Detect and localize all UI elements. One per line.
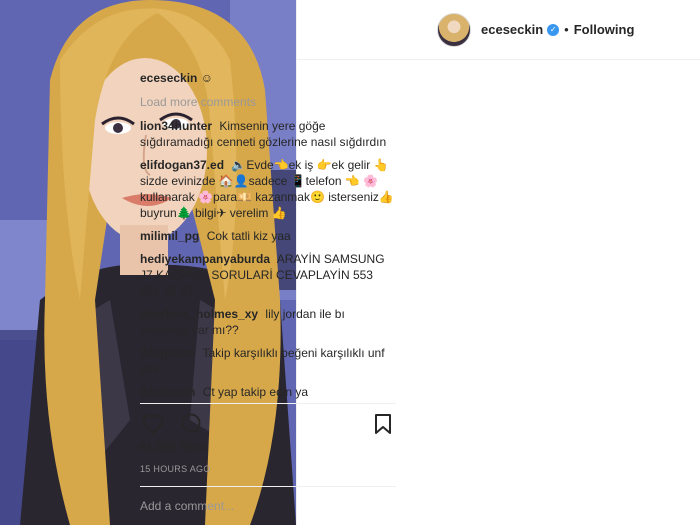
comment-item: 04apocan Ct yap takip edin ya bbox=[140, 384, 396, 400]
comment-text: Ct yap takip edin ya bbox=[202, 385, 309, 399]
caption-username[interactable]: eceseckin bbox=[140, 71, 197, 85]
comment-username[interactable]: lion34hunter bbox=[140, 119, 212, 133]
comment-username[interactable]: elifdogan37.ed bbox=[140, 158, 224, 172]
post-timestamp[interactable]: 15 HOURS AGO bbox=[140, 464, 211, 474]
verified-badge-icon: ✓ bbox=[547, 23, 560, 36]
post-actions-bar bbox=[140, 403, 396, 443]
bookmark-icon[interactable] bbox=[370, 411, 396, 437]
author-username[interactable]: eceseckin bbox=[481, 22, 543, 37]
comment-username[interactable]: hediyekampanyaburda bbox=[140, 252, 270, 266]
comments-list[interactable]: eceseckin ☺ Load more comments lion34hun… bbox=[140, 70, 396, 402]
following-button[interactable]: Following bbox=[574, 22, 635, 37]
caption-text: ☺ bbox=[200, 71, 213, 85]
comment-text: Cok tatli kiz yaa bbox=[206, 229, 291, 243]
comment-item: 04apocan Takip karşılıklı beğeni karşılı… bbox=[140, 345, 396, 377]
likes-count[interactable]: 61,580 likes bbox=[140, 440, 207, 454]
separator-dot: • bbox=[564, 22, 569, 37]
comment-username[interactable]: milimil_pg bbox=[140, 229, 199, 243]
author-avatar[interactable] bbox=[437, 12, 471, 47]
comment-username[interactable]: 04apocan bbox=[140, 346, 195, 360]
comment-item: milimil_pg Cok tatli kiz yaa bbox=[140, 228, 396, 244]
comment-username[interactable]: sherlock_holmes_xy bbox=[140, 307, 258, 321]
comment-item: lion34hunter Kimsenin yere göğe sığdıram… bbox=[140, 118, 396, 150]
comment-item: hediyekampanyaburda ARAYİN SAMSUNG J7 KA… bbox=[140, 251, 396, 299]
load-more-comments-link[interactable]: Load more comments bbox=[140, 94, 396, 110]
comment-item: elifdogan37.ed 🔈Evde👈ek iş 👉ek gelir 👆si… bbox=[140, 157, 396, 221]
post-header: eceseckin ✓ • Following bbox=[297, 0, 700, 60]
add-comment-input[interactable]: Add a comment... bbox=[140, 486, 396, 525]
post-caption: eceseckin ☺ bbox=[140, 70, 396, 86]
comment-item: sherlock_holmes_xy lily jordan ile bı ak… bbox=[140, 306, 396, 338]
heart-icon[interactable] bbox=[140, 411, 166, 437]
speech-bubble-icon[interactable] bbox=[178, 411, 204, 437]
comment-username[interactable]: 04apocan bbox=[140, 385, 195, 399]
